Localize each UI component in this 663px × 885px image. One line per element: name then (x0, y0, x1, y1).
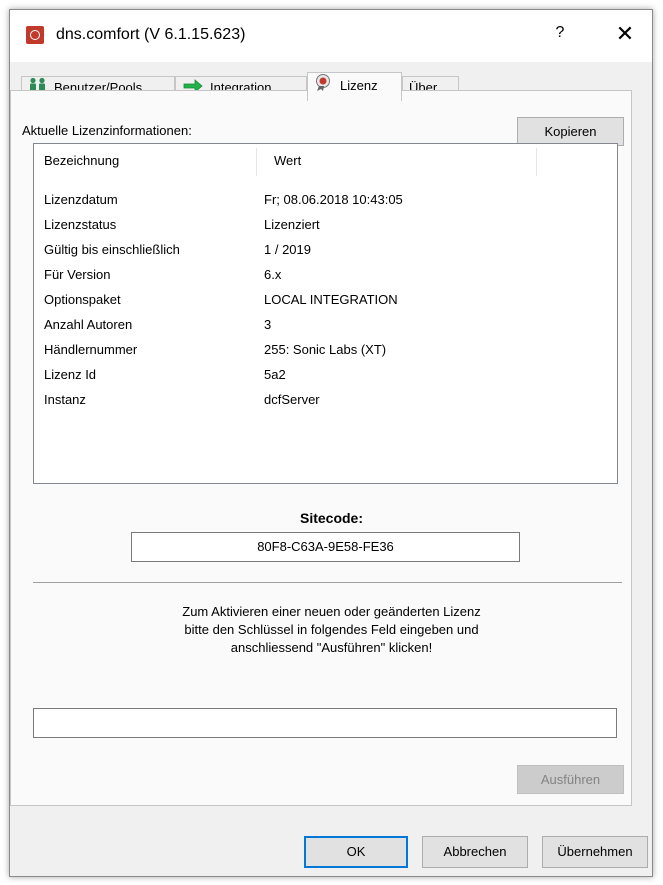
apply-button[interactable]: Übernehmen (542, 836, 648, 868)
row-value: 255: Sonic Labs (XT) (264, 342, 387, 357)
cancel-button[interactable]: Abbrechen (422, 836, 528, 868)
divider (33, 582, 622, 583)
tab-label: Lizenz (340, 78, 378, 93)
row-value: 1 / 2019 (264, 242, 311, 257)
list-header: Bezeichnung Wert (34, 144, 617, 178)
license-info-list[interactable]: Bezeichnung Wert Lizenzdatum Fr; 08.06.20… (33, 143, 618, 484)
license-key-input[interactable] (33, 708, 617, 738)
row-value: Fr; 08.06.2018 10:43:05 (264, 192, 403, 207)
row-name: Gültig bis einschließlich (44, 242, 180, 257)
row-value: Lizenziert (264, 217, 320, 232)
row-value: 6.x (264, 267, 282, 282)
window-title: dns.comfort (V 6.1.15.623) (56, 26, 246, 43)
close-button[interactable]: ✕ (610, 20, 640, 50)
column-separator[interactable] (256, 148, 257, 176)
title-bar: dns.comfort (V 6.1.15.623) ? ✕ (10, 10, 652, 62)
license-seal-icon (314, 73, 334, 100)
tab-lizenz[interactable]: Lizenz (307, 72, 402, 101)
row-name: Lizenzdatum (44, 192, 118, 207)
app-icon (26, 26, 44, 44)
column-separator[interactable] (536, 148, 537, 176)
row-value: dcfServer (264, 392, 320, 407)
ok-button[interactable]: OK (304, 836, 408, 868)
row-name: Lizenzstatus (44, 217, 117, 232)
row-name: Instanz (44, 392, 86, 407)
row-value: 3 (264, 317, 272, 332)
column-header-value[interactable]: Wert (264, 144, 544, 178)
copy-button[interactable]: Kopieren (517, 117, 624, 146)
license-section-label: Aktuelle Lizenzinformationen: (22, 123, 192, 138)
row-name: Lizenz Id (44, 367, 97, 382)
row-name: Optionspaket (44, 292, 121, 307)
row-name: Anzahl Autoren (44, 317, 133, 332)
row-name: Händlernummer (44, 342, 138, 357)
execute-button[interactable]: Ausführen (517, 765, 624, 794)
sitecode-label: Sitecode: (299, 510, 363, 526)
row-value: 5a2 (264, 367, 286, 382)
row-name: Für Version (44, 267, 111, 282)
sitecode-field[interactable]: 80F8-C63A-9E58-FE36 (131, 532, 520, 562)
column-header-name[interactable]: Bezeichnung (34, 144, 264, 178)
row-value: LOCAL INTEGRATION (264, 292, 398, 307)
help-button[interactable]: ? (550, 24, 570, 46)
activation-hint: Zum Aktivieren einer neuen oder geändert… (182, 604, 481, 655)
